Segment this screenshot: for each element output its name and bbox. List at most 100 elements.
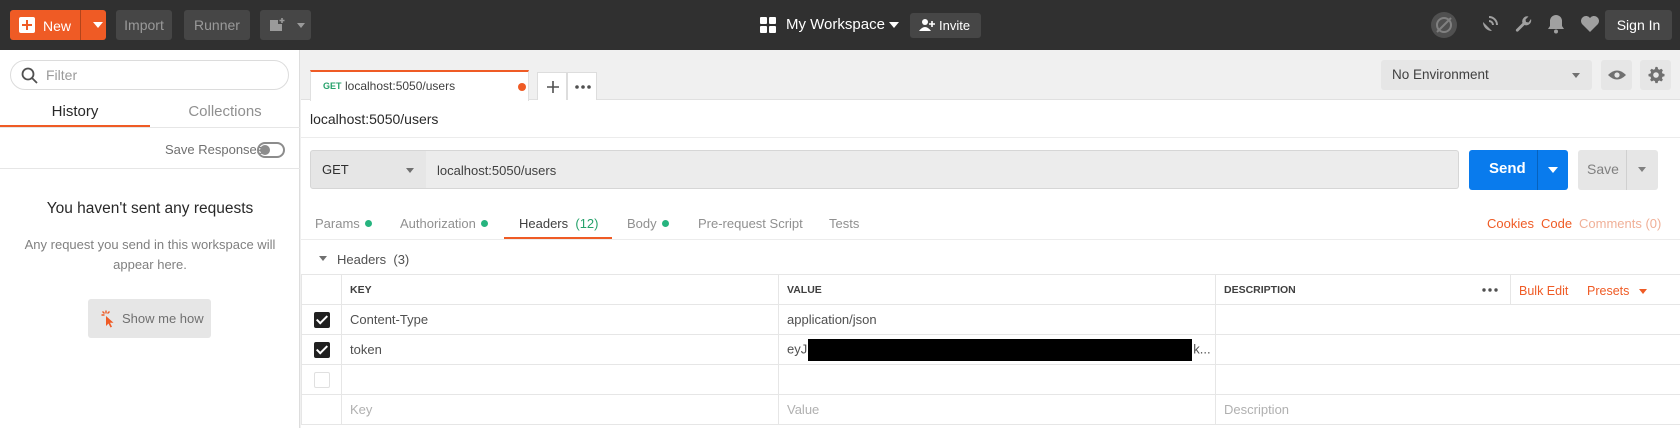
show-me-how-label: Show me how <box>122 311 204 326</box>
tab-history[interactable]: History <box>0 103 150 120</box>
save-responses-label: Save Responses <box>165 142 264 157</box>
header-description-cell[interactable] <box>1215 304 1680 335</box>
status-dot-icon <box>661 220 669 227</box>
url-field[interactable] <box>426 150 1459 189</box>
environment-select-value: No Environment <box>1392 67 1489 82</box>
method-select-value: GET <box>322 162 349 177</box>
column-header-description: DESCRIPTION Bulk Edit Presets <box>1215 274 1680 305</box>
new-button-label: New <box>43 18 72 34</box>
runner-button[interactable]: Runner <box>184 10 250 40</box>
header-value-cell[interactable]: eyJ k... <box>778 334 1216 365</box>
manage-environments-button[interactable] <box>1640 60 1671 90</box>
header-value-cell[interactable]: application/json <box>778 304 1216 335</box>
chevron-down-icon <box>1572 73 1580 78</box>
tab-params[interactable]: Params <box>315 216 372 231</box>
table-header-row: KEY VALUE DESCRIPTION Bulk Edit Presets <box>301 274 1680 305</box>
plus-icon <box>19 17 35 33</box>
pointer-click-icon <box>101 310 114 328</box>
sign-in-button[interactable]: Sign In <box>1605 10 1672 40</box>
tab-options-button[interactable] <box>567 72 597 100</box>
cookies-link[interactable]: Cookies <box>1487 216 1534 231</box>
bulk-edit-link[interactable]: Bulk Edit <box>1519 284 1568 298</box>
workspace-grid-icon <box>760 17 776 33</box>
more-horizontal-icon <box>575 85 591 89</box>
unsaved-dot-icon <box>518 83 526 91</box>
tab-pre-request-script[interactable]: Pre-request Script <box>698 216 803 231</box>
send-options-caret-icon[interactable] <box>1548 167 1558 173</box>
row-enabled-checkbox[interactable] <box>313 311 330 328</box>
status-dot-icon <box>364 220 372 227</box>
satellite-icon[interactable] <box>1480 14 1500 34</box>
new-key-input[interactable]: Key <box>341 394 779 425</box>
table-row: Key Value Description <box>301 394 1680 425</box>
header-key-cell[interactable]: token <box>341 334 779 365</box>
invite-label: Invite <box>939 18 971 33</box>
request-name[interactable]: localhost:5050/users <box>310 111 438 127</box>
comments-link[interactable]: Comments (0) <box>1579 216 1661 231</box>
workspace-dropdown-icon[interactable] <box>889 22 899 28</box>
code-link[interactable]: Code <box>1541 216 1572 231</box>
header-description-cell[interactable] <box>1215 364 1680 395</box>
environment-select[interactable]: No Environment <box>1381 60 1592 90</box>
request-tab-url: localhost:5050/users <box>345 79 456 93</box>
chevron-down-icon <box>406 168 414 173</box>
more-horizontal-icon[interactable] <box>1482 288 1498 292</box>
save-button[interactable]: Save <box>1578 150 1658 190</box>
tab-body[interactable]: Body <box>627 216 669 231</box>
chevron-down-icon <box>297 23 305 28</box>
column-header-value: VALUE <box>778 274 1216 305</box>
import-button[interactable]: Import <box>116 10 172 40</box>
redacted-value <box>808 338 1193 361</box>
new-value-input[interactable]: Value <box>778 394 1216 425</box>
search-icon <box>21 67 38 84</box>
collapse-headers-icon[interactable] <box>319 256 327 261</box>
presets-dropdown[interactable]: Presets <box>1587 284 1647 298</box>
filter-input[interactable] <box>46 66 276 84</box>
environment-quick-look-button[interactable] <box>1601 60 1632 90</box>
request-tab-strip: GET localhost:5050/users No Environment <box>301 50 1680 101</box>
method-select[interactable]: GET <box>310 150 427 189</box>
workspace-title[interactable]: My Workspace <box>786 16 885 33</box>
save-button-label: Save <box>1587 161 1619 177</box>
row-enabled-checkbox[interactable] <box>313 341 330 358</box>
bell-icon[interactable] <box>1547 14 1565 34</box>
url-input[interactable] <box>437 161 1437 179</box>
wrench-icon[interactable] <box>1514 14 1534 34</box>
tab-authorization[interactable]: Authorization <box>400 216 488 231</box>
save-options-caret-icon[interactable] <box>1638 167 1646 172</box>
main-panel: GET localhost:5050/users No Environment <box>301 50 1680 428</box>
header-value-cell[interactable] <box>778 364 1216 395</box>
request-tab-method: GET <box>323 81 342 91</box>
table-row: token eyJ k... <box>301 334 1680 365</box>
invite-button[interactable]: Invite <box>910 13 981 38</box>
new-description-input[interactable]: Description <box>1215 394 1680 425</box>
headers-section-title[interactable]: Headers (3) <box>337 252 409 267</box>
row-enabled-checkbox[interactable] <box>313 371 330 388</box>
gear-icon <box>1648 66 1665 84</box>
tab-tests[interactable]: Tests <box>829 216 859 231</box>
header-key-cell[interactable]: Content-Type <box>341 304 779 335</box>
new-button[interactable]: New <box>10 10 106 40</box>
new-window-button[interactable] <box>260 10 311 40</box>
header-key-cell[interactable] <box>341 364 779 395</box>
empty-history-description: Any request you send in this workspace w… <box>24 237 276 272</box>
sync-off-icon[interactable] <box>1430 11 1458 39</box>
top-bar: New Import Runner My Workspace Invite Si… <box>0 0 1680 50</box>
save-responses-toggle[interactable] <box>257 142 285 158</box>
chevron-down-icon <box>1638 289 1647 294</box>
active-tab-indicator <box>0 125 150 127</box>
new-tab-button[interactable] <box>537 72 567 100</box>
table-row <box>301 364 1680 395</box>
headers-table: KEY VALUE DESCRIPTION Bulk Edit Presets … <box>301 274 1680 425</box>
heart-icon[interactable] <box>1580 14 1600 34</box>
empty-history-title: You haven't sent any requests <box>46 200 254 217</box>
tab-collections[interactable]: Collections <box>150 103 300 120</box>
request-tab[interactable]: GET localhost:5050/users <box>310 70 529 101</box>
send-button-label: Send <box>1489 160 1526 177</box>
new-dropdown-caret-icon[interactable] <box>93 22 103 28</box>
filter-field[interactable] <box>10 60 289 90</box>
send-button[interactable]: Send <box>1469 150 1568 190</box>
header-description-cell[interactable] <box>1215 334 1680 365</box>
tab-headers[interactable]: Headers (12) <box>519 216 599 231</box>
show-me-how-button[interactable]: Show me how <box>88 299 211 338</box>
